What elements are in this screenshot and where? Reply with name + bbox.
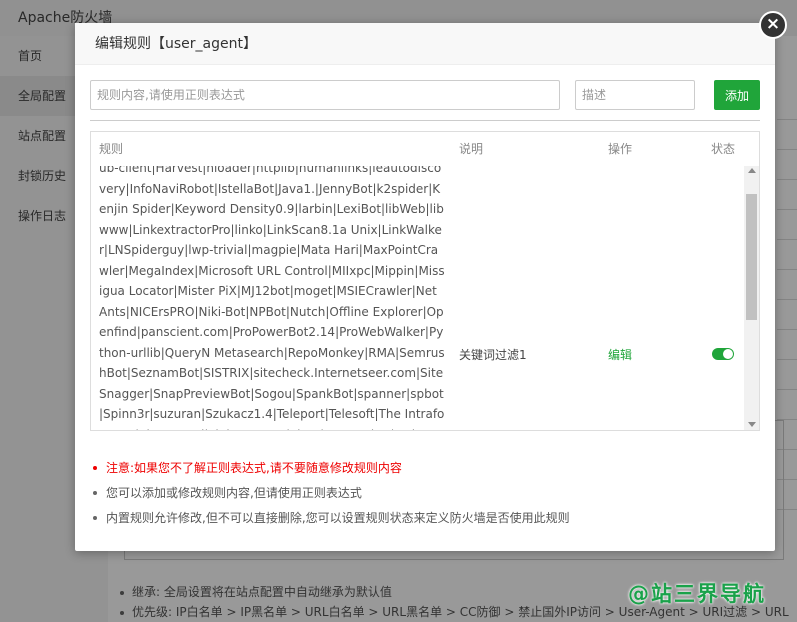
scroll-thumb[interactable] [746, 194, 757, 320]
bullet-icon [93, 466, 97, 470]
header-operation: 操作 [608, 142, 633, 156]
header-status: 状态 [711, 142, 736, 156]
rule-description-cell: 关键词过滤1 [459, 348, 527, 362]
dialog-notes: 注意:如果您不了解正则表达式,请不要随意修改规则内容 您可以添加或修改规则内容,… [90, 457, 760, 532]
rules-table: ub-client|Harvest|hloader|httplib|humanl… [90, 131, 760, 431]
table-scrollbar[interactable] [744, 166, 759, 430]
warning-note: 注意:如果您不了解正则表达式,请不要随意修改规则内容 [90, 457, 760, 482]
header-description: 说明 [459, 142, 484, 156]
close-icon[interactable]: × [759, 11, 787, 39]
watermark: @站三界导航 [628, 582, 766, 606]
rule-content-cell: ub-client|Harvest|hloader|httplib|humanl… [99, 161, 445, 430]
rule-toolbar: 添加 [90, 80, 760, 112]
info-note: 内置规则允许修改,但不可以直接删除,您可以设置规则状态来定义防火墙是否使用此规则 [90, 507, 760, 532]
bullet-icon [93, 516, 97, 520]
bullet-icon [93, 491, 97, 495]
divider [90, 120, 760, 121]
table-header: 规则 说明 操作 状态 [91, 132, 759, 166]
dialog-title: 编辑规则【user_agent】 [75, 23, 775, 65]
edit-rule-dialog: 编辑规则【user_agent】 添加 ub-client|Harvest|hl… [75, 23, 775, 551]
info-note: 您可以添加或修改规则内容,但请使用正则表达式 [90, 482, 760, 507]
header-rule: 规则 [99, 142, 124, 156]
status-toggle[interactable] [712, 348, 734, 360]
rule-content-input[interactable] [90, 80, 560, 110]
table-row: ub-client|Harvest|hloader|httplib|humanl… [91, 161, 759, 430]
description-input[interactable] [575, 80, 695, 110]
edit-link[interactable]: 编辑 [608, 346, 632, 363]
scroll-down-arrow-icon[interactable] [748, 422, 756, 427]
add-button[interactable]: 添加 [714, 80, 760, 110]
toggle-knob [723, 349, 733, 359]
scroll-up-arrow-icon[interactable] [748, 168, 756, 173]
